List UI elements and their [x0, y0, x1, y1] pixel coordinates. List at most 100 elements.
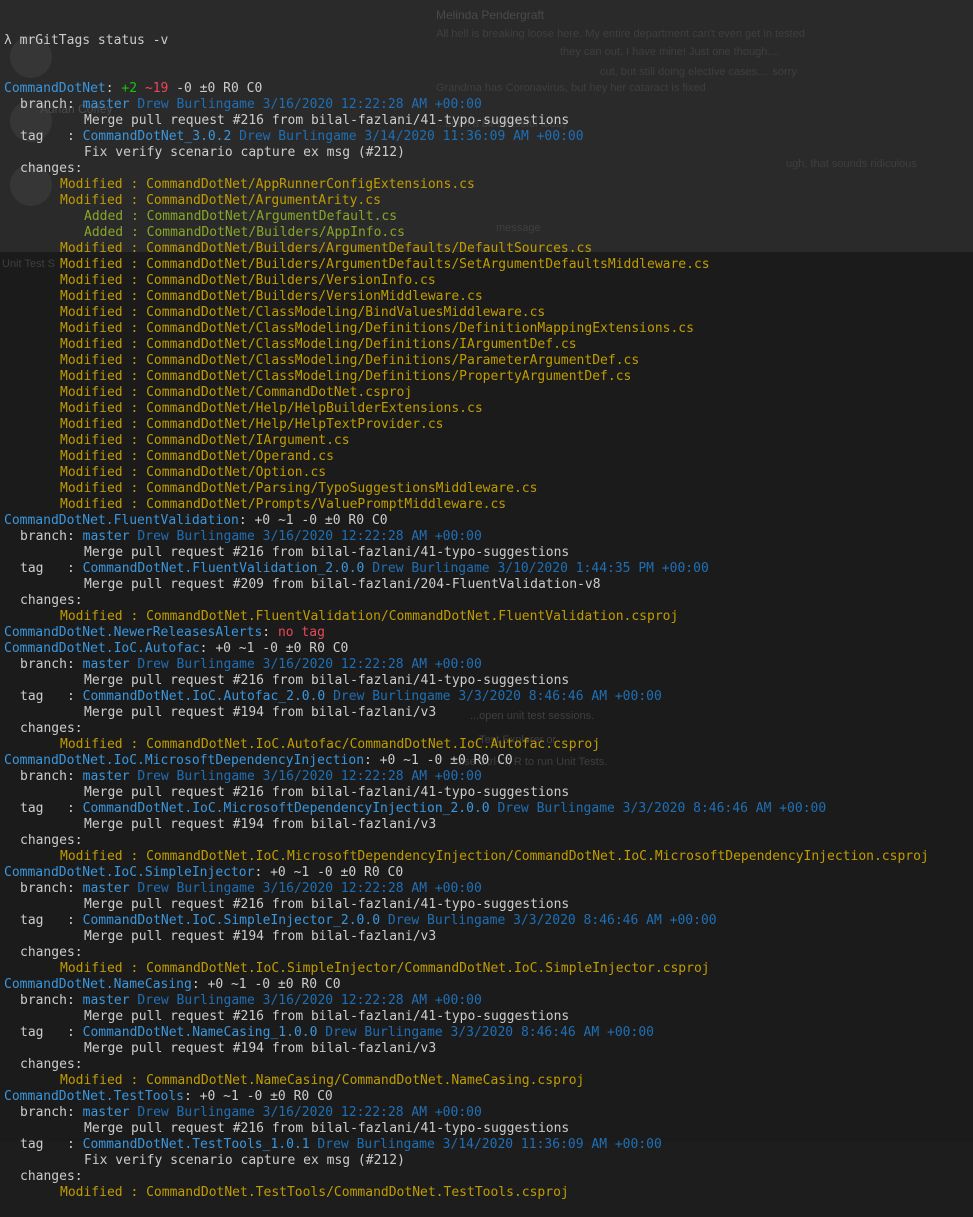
tag-label: tag : — [20, 689, 83, 704]
repo-name: CommandDotNet.IoC.SimpleInjector — [4, 865, 255, 880]
commit-message: Merge pull request #216 from bilal-fazla… — [4, 1121, 969, 1137]
change-path: CommandDotNet/Builders/ArgumentDefaults/… — [146, 241, 593, 256]
change-path: CommandDotNet/IArgument.cs — [146, 433, 350, 448]
change-type: Modified : — [60, 417, 147, 432]
commit-author: Drew Burlingame — [489, 801, 615, 816]
terminal-output[interactable]: λ mrGitTags status -v CommandDotNet: +2 … — [4, 1, 969, 1217]
commit-date: 3/16/2020 12:22:28 AM +00:00 — [254, 657, 482, 672]
change-type: Modified : — [60, 465, 147, 480]
repo-header: CommandDotNet.IoC.MicrosoftDependencyInj… — [4, 753, 969, 769]
repo-stats: : — [262, 625, 278, 640]
changes-header: changes: — [4, 1057, 969, 1073]
change-path: CommandDotNet/Builders/VersionMiddleware… — [146, 289, 483, 304]
commit-date: 3/16/2020 12:22:28 AM +00:00 — [254, 97, 482, 112]
commit-author: Drew Burlingame — [325, 689, 451, 704]
commit-date: 3/16/2020 12:22:28 AM +00:00 — [254, 529, 482, 544]
branch-label: branch: — [20, 97, 83, 112]
commit-author: Drew Burlingame — [129, 1105, 255, 1120]
branch-name: master — [82, 1105, 130, 1120]
change-type: Modified : — [60, 177, 147, 192]
repo-stats: : +0 ~1 -0 ±0 R0 C0 — [199, 641, 349, 656]
commit-author: Drew Burlingame — [129, 657, 255, 672]
commit-date: 3/3/2020 8:46:46 AM +00:00 — [614, 801, 827, 816]
repo-stats: : +0 ~1 -0 ±0 R0 C0 — [254, 865, 404, 880]
changes-label: changes: — [20, 593, 83, 608]
change-type: Modified : — [60, 401, 147, 416]
change-item: Modified : CommandDotNet/ClassModeling/D… — [4, 353, 969, 369]
change-path: CommandDotNet/Builders/AppInfo.cs — [146, 225, 405, 240]
repo-header: CommandDotNet.TestTools: +0 ~1 -0 ±0 R0 … — [4, 1089, 969, 1105]
change-path: CommandDotNet/Help/HelpBuilderExtensions… — [146, 401, 483, 416]
change-item: Modified : CommandDotNet.IoC.SimpleInjec… — [4, 961, 969, 977]
change-path: CommandDotNet.IoC.Autofac/CommandDotNet.… — [146, 737, 601, 752]
commit-date: 3/14/2020 11:36:09 AM +00:00 — [434, 1137, 662, 1152]
change-item: Modified : CommandDotNet/Help/HelpBuilde… — [4, 401, 969, 417]
change-item: Modified : CommandDotNet/Builders/Argume… — [4, 257, 969, 273]
tag-label: tag : — [20, 561, 83, 576]
change-type: Modified : — [60, 481, 147, 496]
change-type: Modified : — [60, 305, 147, 320]
change-item: Added : CommandDotNet/Builders/AppInfo.c… — [4, 225, 969, 241]
commit-message-text: Merge pull request #209 from bilal-fazla… — [84, 577, 601, 592]
change-item: Modified : CommandDotNet/Builders/Versio… — [4, 289, 969, 305]
branch-line: branch: master Drew Burlingame 3/16/2020… — [4, 769, 969, 785]
change-path: CommandDotNet/ClassModeling/Definitions/… — [146, 369, 632, 384]
tag-line: tag : CommandDotNet.FluentValidation_2.0… — [4, 561, 969, 577]
commit-message-text: Merge pull request #216 from bilal-fazla… — [84, 545, 570, 560]
change-path: CommandDotNet/AppRunnerConfigExtensions.… — [146, 177, 475, 192]
commit-message: Fix verify scenario capture ex msg (#212… — [4, 1153, 969, 1169]
tag-line: tag : CommandDotNet.IoC.SimpleInjector_2… — [4, 913, 969, 929]
tag-line: tag : CommandDotNet_3.0.2 Drew Burlingam… — [4, 129, 969, 145]
repo-stats: : — [105, 81, 122, 96]
tag-line: tag : CommandDotNet.IoC.Autofac_2.0.0 Dr… — [4, 689, 969, 705]
branch-label: branch: — [20, 657, 83, 672]
change-item: Modified : CommandDotNet.FluentValidatio… — [4, 609, 969, 625]
changes-label: changes: — [20, 1057, 83, 1072]
branch-name: master — [82, 993, 130, 1008]
commit-date: 3/3/2020 8:46:46 AM +00:00 — [505, 913, 717, 928]
changes-header: changes: — [4, 721, 969, 737]
change-item: Modified : CommandDotNet/Builders/Argume… — [4, 241, 969, 257]
repo-stats: ~19 — [137, 81, 169, 96]
commit-message: Fix verify scenario capture ex msg (#212… — [4, 145, 969, 161]
commit-date: 3/16/2020 12:22:28 AM +00:00 — [254, 769, 482, 784]
change-item: Modified : CommandDotNet.NameCasing/Comm… — [4, 1073, 969, 1089]
tag-label: tag : — [20, 913, 83, 928]
tag-label: tag : — [20, 129, 83, 144]
change-type: Modified : — [60, 289, 147, 304]
change-item: Added : CommandDotNet/ArgumentDefault.cs — [4, 209, 969, 225]
branch-line: branch: master Drew Burlingame 3/16/2020… — [4, 657, 969, 673]
repo-name: CommandDotNet.IoC.MicrosoftDependencyInj… — [4, 753, 365, 768]
changes-label: changes: — [20, 721, 83, 736]
changes-label: changes: — [20, 833, 83, 848]
changes-label: changes: — [20, 1169, 83, 1184]
repo-name: CommandDotNet.IoC.Autofac — [4, 641, 200, 656]
changes-header: changes: — [4, 945, 969, 961]
change-type: Modified : — [60, 737, 147, 752]
repo-name: CommandDotNet.FluentValidation — [4, 513, 239, 528]
commit-date: 3/3/2020 8:46:46 AM +00:00 — [450, 689, 662, 704]
change-item: Modified : CommandDotNet/Parsing/TypoSug… — [4, 481, 969, 497]
repo-name: CommandDotNet.NewerReleasesAlerts — [4, 625, 263, 640]
branch-name: master — [82, 97, 130, 112]
changes-header: changes: — [4, 1169, 969, 1185]
commit-message: Merge pull request #209 from bilal-fazla… — [4, 577, 969, 593]
commit-message: Merge pull request #216 from bilal-fazla… — [4, 897, 969, 913]
tag-line: tag : CommandDotNet.TestTools_1.0.1 Drew… — [4, 1137, 969, 1153]
tag-name: CommandDotNet.IoC.MicrosoftDependencyInj… — [82, 801, 490, 816]
commit-message: Merge pull request #194 from bilal-fazla… — [4, 929, 969, 945]
change-type: Added : — [84, 209, 147, 224]
change-type: Modified : — [60, 961, 147, 976]
commit-message-text: Merge pull request #194 from bilal-fazla… — [84, 817, 437, 832]
commit-author: Drew Burlingame — [309, 1137, 435, 1152]
command-prompt: λ mrGitTags status -v — [4, 33, 169, 48]
change-item: Modified : CommandDotNet/AppRunnerConfig… — [4, 177, 969, 193]
branch-label: branch: — [20, 1105, 83, 1120]
change-item: Modified : CommandDotNet/ArgumentArity.c… — [4, 193, 969, 209]
commit-author: Drew Burlingame — [129, 769, 255, 784]
change-item: Modified : CommandDotNet/ClassModeling/D… — [4, 321, 969, 337]
repo-header: CommandDotNet.IoC.Autofac: +0 ~1 -0 ±0 R… — [4, 641, 969, 657]
change-path: CommandDotNet/ArgumentDefault.cs — [146, 209, 398, 224]
change-item: Modified : CommandDotNet/Help/HelpTextPr… — [4, 417, 969, 433]
commit-author: Drew Burlingame — [231, 129, 357, 144]
